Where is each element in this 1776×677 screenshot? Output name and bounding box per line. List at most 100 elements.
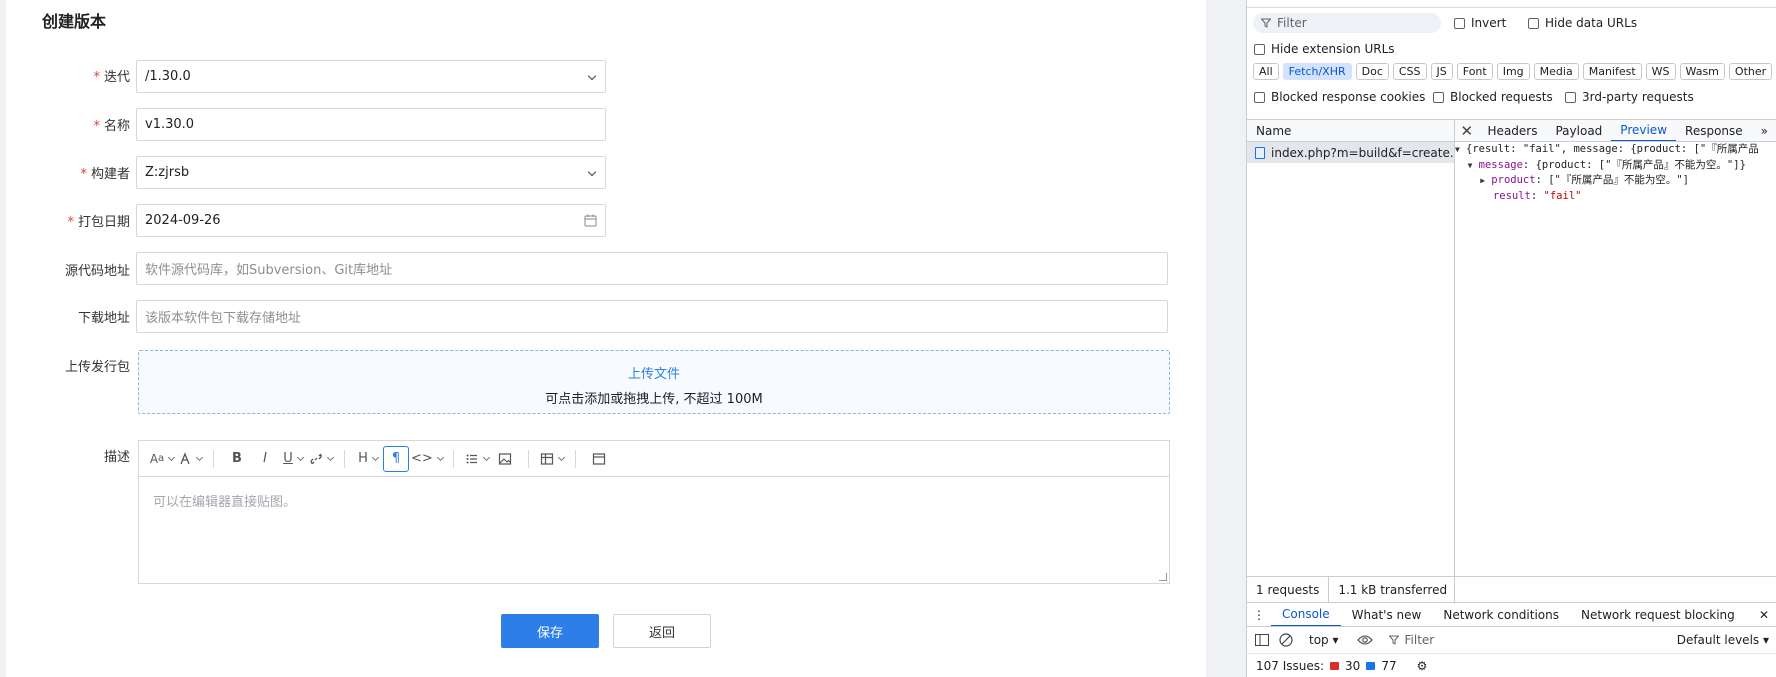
type-chip-fetch-xhr[interactable]: Fetch/XHR (1282, 63, 1352, 80)
type-chip-manifest[interactable]: Manifest (1582, 63, 1642, 80)
table-icon[interactable] (539, 446, 565, 472)
type-chip-font[interactable]: Font (1456, 63, 1493, 80)
drawer-tab-console[interactable]: Console (1271, 603, 1341, 626)
preview-line[interactable]: ▶ product: ["『所属产品』不能为空。"] (1455, 173, 1776, 189)
date-input[interactable]: 2024-09-26 (136, 204, 606, 237)
code-icon[interactable]: <> (411, 446, 443, 472)
drawer-tabs: ⋮ Console What's new Network conditions Net… (1247, 603, 1776, 627)
toolbar-divider (344, 449, 345, 468)
network-filter-input[interactable]: Filter (1253, 13, 1441, 33)
tab-preview[interactable]: Preview (1611, 120, 1677, 141)
requests-count: 1 requests (1247, 576, 1330, 603)
upload-file-link[interactable]: 上传文件 (139, 363, 1169, 382)
type-chip-all[interactable]: All (1253, 63, 1279, 80)
toolbar-divider (574, 449, 576, 468)
network-status-bar: 1 requests 1.1 kB transferred (1247, 576, 1776, 603)
drawer-tab-what-s-new[interactable]: What's new (1341, 603, 1433, 626)
name-input[interactable]: v1.30.0 (136, 108, 606, 141)
back-button[interactable]: 返回 (613, 614, 711, 648)
transferred-size: 1.1 kB transferred (1338, 582, 1448, 597)
description-editor[interactable]: Aa B I U H ¶ <> 可以在编辑器直接贴图。 (138, 440, 1170, 584)
type-chip-js[interactable]: JS (1430, 63, 1453, 80)
image-icon[interactable] (492, 446, 518, 472)
blocked-requests-checkbox[interactable]: Blocked requests (1433, 90, 1553, 104)
upload-hint: 可点击添加或拖拽上传, 不超过 100M (545, 392, 763, 407)
builder-select[interactable]: Z:zjrsb (136, 156, 606, 189)
type-chip-doc[interactable]: Doc (1355, 63, 1389, 80)
context-selector[interactable]: top ▾ (1309, 633, 1339, 647)
link-icon[interactable] (308, 446, 334, 472)
request-row[interactable]: index.php?m=build&f=create... (1247, 142, 1454, 163)
editor-toolbar: Aa B I U H ¶ <> (139, 441, 1169, 477)
detail-tabs: ✕ Headers Payload Preview Response » (1455, 120, 1776, 142)
heading-icon[interactable]: H (355, 446, 381, 472)
underline-icon[interactable]: U (280, 446, 306, 472)
type-chip-wasm[interactable]: Wasm (1679, 63, 1725, 80)
filter-icon (1261, 18, 1271, 28)
document-icon (1255, 146, 1265, 159)
tab-response[interactable]: Response (1676, 120, 1752, 141)
type-chip-other[interactable]: Other (1728, 63, 1773, 80)
form-card: 创建版本 * 迭代 /1.30.0 * 名称 v1.30.0 * 构建者 Z:zjrs… (6, 0, 1206, 677)
toolbar-divider (452, 449, 454, 468)
italic-icon[interactable]: I (252, 446, 278, 472)
builder-label: * 构建者 (80, 167, 130, 182)
download-input[interactable]: 该版本软件包下载存储地址 (136, 300, 1168, 333)
save-button[interactable]: 保存 (501, 614, 599, 648)
calendar-icon[interactable] (584, 214, 597, 227)
font-size-icon[interactable]: Aa (149, 446, 175, 472)
close-icon[interactable]: ✕ (1455, 122, 1479, 140)
gear-icon[interactable]: ⚙ (1417, 659, 1428, 673)
invert-checkbox[interactable]: Invert (1454, 16, 1506, 30)
tab-headers[interactable]: Headers (1479, 120, 1547, 141)
page-title: 创建版本 (42, 12, 107, 31)
request-list: Name index.php?m=build&f=create... (1247, 120, 1455, 602)
clear-console-icon[interactable] (1279, 633, 1293, 647)
text-color-icon[interactable] (177, 446, 203, 472)
console-drawer: ⋮ Console What's new Network conditions Net… (1247, 602, 1776, 677)
paragraph-icon[interactable]: ¶ (383, 445, 409, 472)
type-chip-img[interactable]: Img (1496, 63, 1530, 80)
toolbar-divider (213, 449, 214, 468)
list-icon[interactable] (464, 446, 490, 472)
desc-label: 描述 (103, 450, 130, 465)
blocked-cookies-checkbox[interactable]: Blocked response cookies (1254, 90, 1425, 104)
name-column-header[interactable]: Name (1247, 120, 1454, 142)
type-chip-media[interactable]: Media (1533, 63, 1579, 80)
devtools-panel: Filter Invert Hide data URLs Hide extens… (1246, 0, 1776, 677)
more-tabs-icon[interactable]: » (1752, 120, 1776, 141)
iteration-label: * 迭代 (93, 70, 130, 85)
info-badge-icon (1366, 662, 1376, 670)
download-label: 下载地址 (77, 311, 130, 326)
iteration-select[interactable]: /1.30.0 (136, 60, 606, 93)
hide-extension-urls-checkbox[interactable]: Hide extension URLs (1254, 42, 1395, 56)
drawer-tab-network-conditions[interactable]: Network conditions (1432, 603, 1570, 626)
log-levels-dropdown[interactable]: Default levels ▾ (1677, 633, 1769, 647)
bold-icon[interactable]: B (224, 446, 250, 472)
resize-grip-icon[interactable] (1159, 573, 1167, 581)
type-chip-ws[interactable]: WS (1645, 63, 1676, 80)
scm-input[interactable]: 软件源代码库，如Subversion、Git库地址 (136, 252, 1168, 285)
toolbar-divider (527, 449, 529, 468)
issues-bar[interactable]: 107 Issues: 30 77 ⚙ (1247, 654, 1776, 677)
preview-line[interactable]: ▼ {result: "fail", message: {product: ["『… (1455, 142, 1776, 158)
console-filter-input[interactable]: Filter (1388, 633, 1667, 647)
eye-icon[interactable] (1356, 634, 1373, 646)
upload-dropzone[interactable]: 上传文件 可点击添加或拖拽上传, 不超过 100M (138, 350, 1170, 414)
preview-line: result: "fail" (1492, 189, 1582, 202)
app-area: 创建版本 * 迭代 /1.30.0 * 名称 v1.30.0 * 构建者 Z:zjrs… (0, 0, 1246, 677)
sidebar-toggle-icon[interactable] (1255, 634, 1269, 646)
drawer-tab-network-request-blocking[interactable]: Network request blocking (1570, 603, 1746, 626)
scm-label: 源代码地址 (64, 264, 130, 279)
tab-payload[interactable]: Payload (1546, 120, 1611, 141)
type-chip-css[interactable]: CSS (1392, 63, 1427, 80)
chevron-down-icon (587, 168, 597, 178)
third-party-checkbox[interactable]: 3rd-party requests (1565, 90, 1694, 104)
error-badge-icon (1330, 662, 1340, 670)
drawer-menu-icon[interactable]: ⋮ (1247, 603, 1271, 626)
close-drawer-icon[interactable]: ✕ (1751, 603, 1776, 626)
preview-line[interactable]: ▼ message: {product: ["『所属产品』不能为空。"]} (1455, 158, 1776, 174)
hide-data-urls-checkbox[interactable]: Hide data URLs (1528, 16, 1637, 30)
issues-error-count: 30 (1345, 659, 1361, 673)
fullscreen-icon[interactable] (586, 446, 612, 472)
